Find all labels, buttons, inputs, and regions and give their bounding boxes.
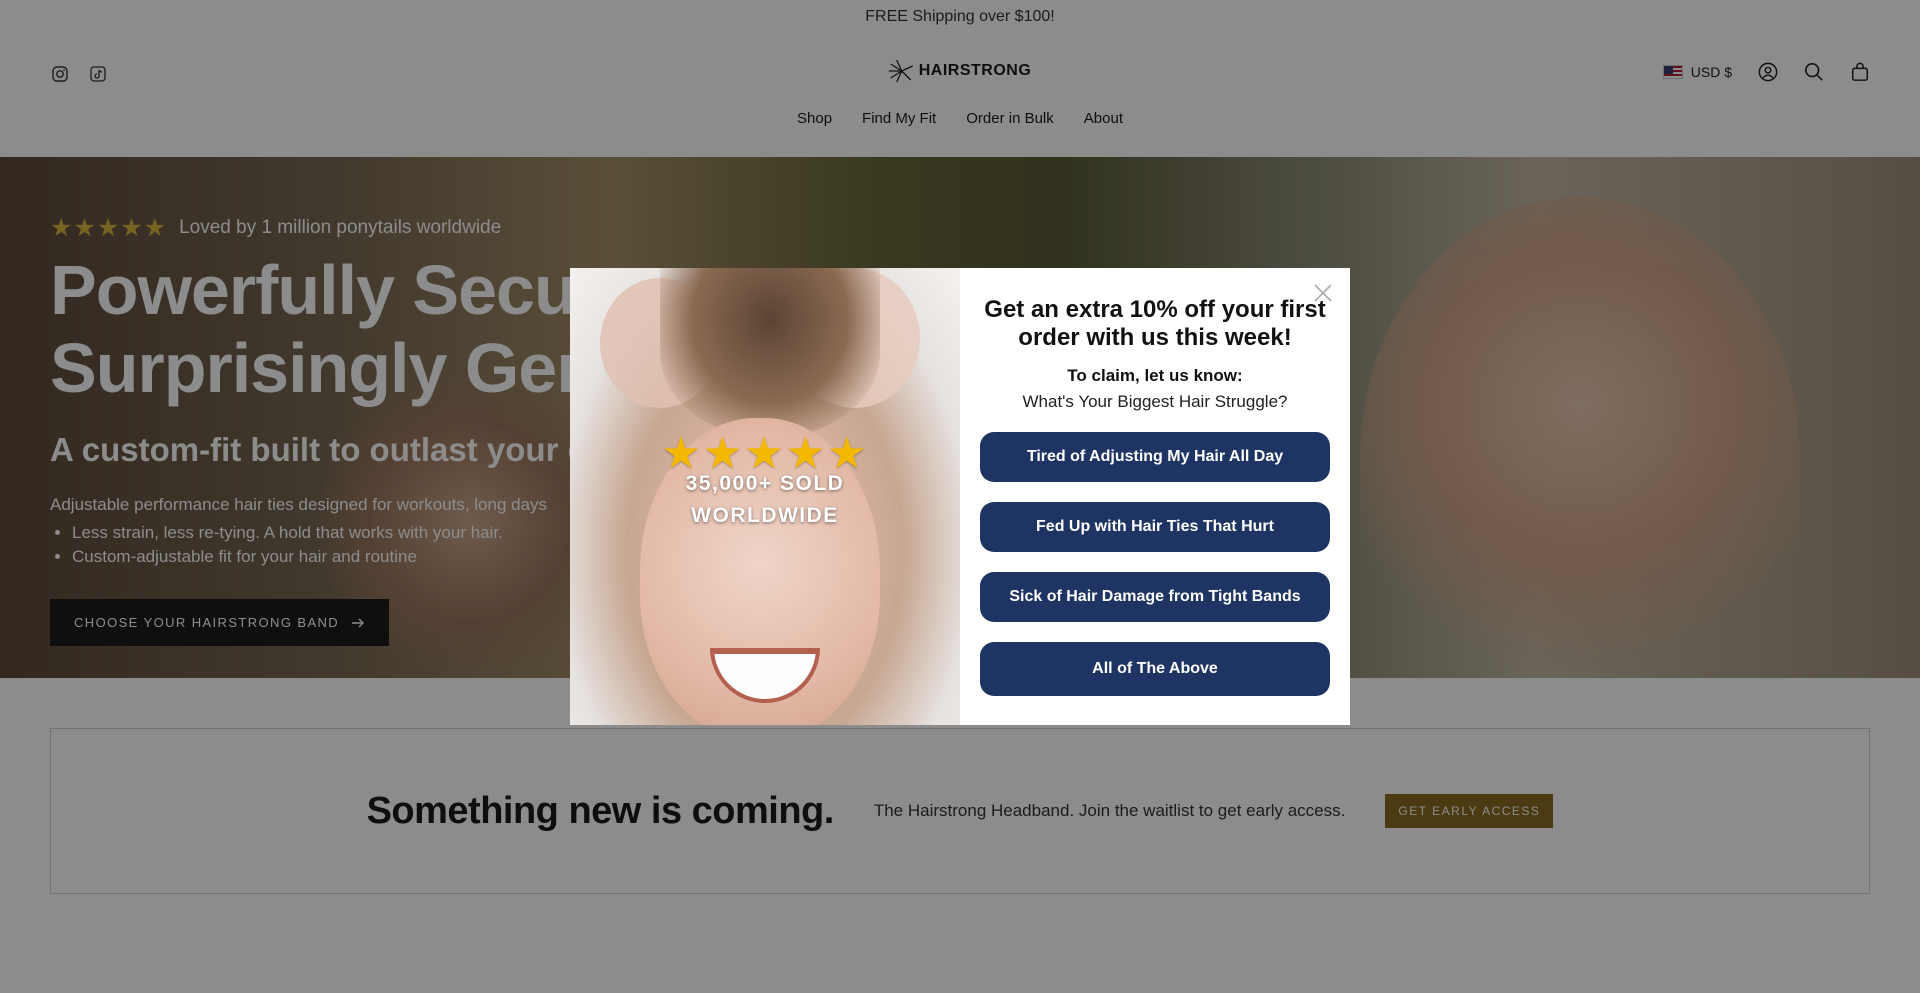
popup-image: ★★★★★ 35,000+ SOLD WORLDWIDE (570, 268, 960, 725)
option-hair-damage-button[interactable]: Sick of Hair Damage from Tight Bands (980, 572, 1330, 622)
option-all-button[interactable]: All of The Above (980, 642, 1330, 696)
popup-title: Get an extra 10% off your first order wi… (984, 296, 1326, 351)
sold-line-1: 35,000+ SOLD (685, 472, 845, 495)
option-adjusting-button[interactable]: Tired of Adjusting My Hair All Day (980, 432, 1330, 482)
close-icon[interactable] (1312, 282, 1334, 304)
popup-image-hair (660, 268, 880, 438)
popup-claim-text: To claim, let us know: (1067, 366, 1243, 385)
popup-question: What's Your Biggest Hair Struggle? (1022, 392, 1288, 411)
popup-sold-text: 35,000+ SOLD WORLDWIDE (570, 468, 960, 532)
discount-popup: ★★★★★ 35,000+ SOLD WORLDWIDE Get an extr… (570, 268, 1350, 725)
popup-body: Get an extra 10% off your first order wi… (960, 268, 1350, 725)
sold-line-2: WORLDWIDE (691, 504, 839, 527)
popup-options: Tired of Adjusting My Hair All Day Fed U… (980, 432, 1330, 696)
option-ties-hurt-button[interactable]: Fed Up with Hair Ties That Hurt (980, 502, 1330, 552)
